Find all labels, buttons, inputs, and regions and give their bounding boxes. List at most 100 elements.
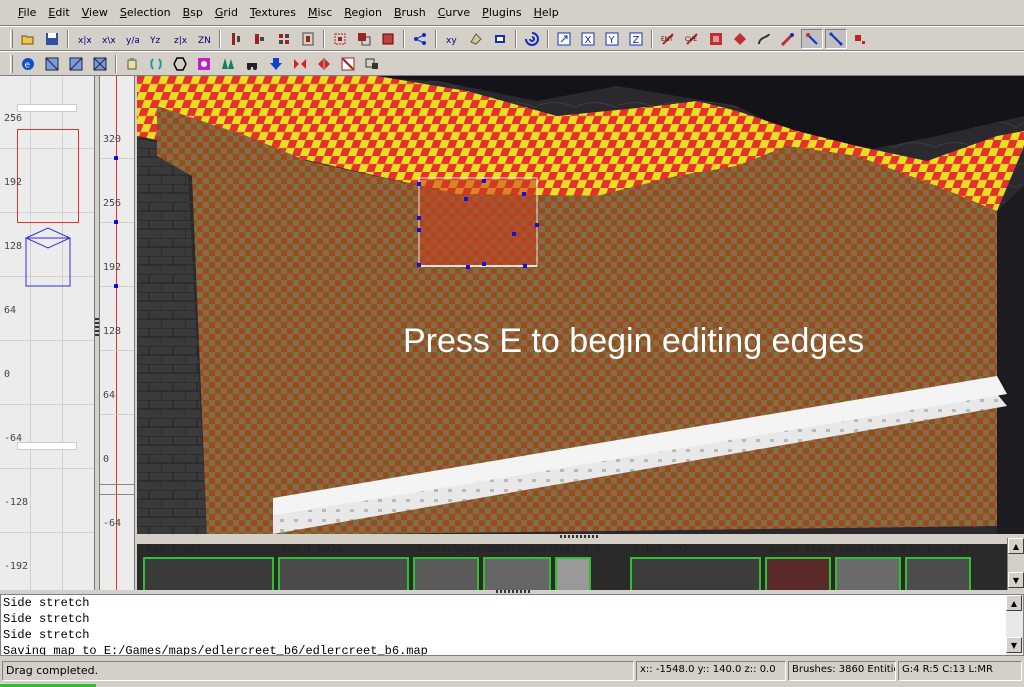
filter-icon[interactable] <box>89 54 111 74</box>
scroll-down-button[interactable]: ▼ <box>1006 637 1022 653</box>
menu-curve[interactable]: Curve <box>432 0 476 26</box>
edge-handle[interactable] <box>464 197 468 201</box>
texture-thumbnail[interactable]: pb_box_c02 <box>903 544 977 590</box>
toolbar-grip[interactable] <box>10 29 13 48</box>
menu-grid[interactable]: Grid <box>209 0 244 26</box>
camera-movement-icon[interactable] <box>521 29 543 49</box>
lock-icon[interactable]: ENT <box>657 29 679 49</box>
edge-handle[interactable] <box>417 228 421 232</box>
change-view-icon[interactable]: xy <box>441 29 463 49</box>
show-brushes-icon[interactable] <box>41 54 63 74</box>
flip-y-icon[interactable]: x\x <box>97 29 119 49</box>
xy-grid-view[interactable]: 256 192 128 64 0 -64 -128 -192 <box>0 76 95 590</box>
texture-thumbnail[interactable]: box_t_m02 <box>141 544 276 590</box>
console-log[interactable]: Side stretch Side stretch Side stretch S… <box>0 594 1024 656</box>
vertex-handle[interactable] <box>114 220 118 224</box>
show-entities-icon[interactable]: e <box>17 54 39 74</box>
drag-edges-icon[interactable] <box>777 29 799 49</box>
select-inside-icon[interactable] <box>297 29 319 49</box>
console-scrollbar[interactable]: ▲ ▼ <box>1006 595 1023 655</box>
menu-misc[interactable]: Misc <box>302 0 338 26</box>
vertex-handle[interactable] <box>114 284 118 288</box>
scrollbar-track[interactable] <box>1008 554 1024 572</box>
texture-browser-scrollbar[interactable]: ▲ ▼ <box>1007 538 1024 590</box>
cubic-clip-icon[interactable] <box>489 29 511 49</box>
csg-hollow-icon[interactable] <box>329 29 351 49</box>
select-drag-icon[interactable] <box>825 28 847 49</box>
show-triggers-icon[interactable] <box>217 54 239 74</box>
clipper-icon[interactable] <box>409 29 431 49</box>
menu-plugins[interactable]: Plugins <box>476 0 527 26</box>
edge-handle[interactable] <box>522 192 526 196</box>
scroll-up-button[interactable]: ▲ <box>1008 538 1024 554</box>
texture-thumbnail[interactable]: panel_trans <box>763 544 835 590</box>
csg-merge-icon[interactable] <box>377 29 399 49</box>
toolbar-grip[interactable] <box>10 54 13 73</box>
edge-handle[interactable] <box>482 179 486 183</box>
texture-thumbnail[interactable]: controlpanel02 <box>411 544 501 590</box>
edge-handle[interactable] <box>417 263 421 267</box>
menu-brush[interactable]: Brush <box>388 0 432 26</box>
refresh-icon[interactable] <box>121 54 143 74</box>
show-hints-icon[interactable] <box>313 54 335 74</box>
mirror-icon[interactable] <box>289 54 311 74</box>
scale-y-icon[interactable]: X <box>577 29 599 49</box>
menu-selection[interactable]: Selection <box>114 0 177 26</box>
edge-handle[interactable] <box>417 216 421 220</box>
show-clusters-icon[interactable] <box>265 54 287 74</box>
select-partial-tall-icon[interactable] <box>273 29 295 49</box>
show-detail-icon[interactable] <box>337 54 359 74</box>
scale-x-icon[interactable] <box>553 29 575 49</box>
scroll-up-button[interactable]: ▲ <box>1006 595 1022 611</box>
menu-help[interactable]: Help <box>528 0 565 26</box>
rotate-y-icon[interactable]: z|x <box>169 29 191 49</box>
texture-thumbnail[interactable]: panelside_0 <box>833 544 905 590</box>
menu-bsp[interactable]: Bsp <box>177 0 209 26</box>
flip-x-icon[interactable]: x|x <box>73 29 95 49</box>
select-complete-tall-icon[interactable] <box>225 29 247 49</box>
edge-handle[interactable] <box>417 182 421 186</box>
texture-browser[interactable]: box_t_m02 box_t_m02a controlpanel02 cont… <box>137 538 1024 590</box>
show-paths-icon[interactable] <box>241 54 263 74</box>
scrollbar-track[interactable] <box>1006 611 1023 637</box>
show-models-icon[interactable] <box>169 54 191 74</box>
view-splitter-handle[interactable] <box>496 590 532 593</box>
side-grid-view[interactable]: 320 256 192 128 64 0 -64 <box>99 76 135 590</box>
scroll-down-button[interactable]: ▼ <box>1008 572 1024 588</box>
texture-lock-icon[interactable]: CVE <box>681 29 703 49</box>
show-caulk-icon[interactable] <box>361 54 383 74</box>
brush-outline[interactable] <box>100 494 134 495</box>
scale-z-icon[interactable]: Y <box>601 29 623 49</box>
brush-outline[interactable] <box>100 484 134 485</box>
open-icon[interactable] <box>17 29 39 49</box>
edge-handle[interactable] <box>482 262 486 266</box>
edge-handle[interactable] <box>535 223 539 227</box>
csg-subtract-icon[interactable] <box>353 29 375 49</box>
save-icon[interactable] <box>41 29 63 49</box>
menu-region[interactable]: Region <box>338 0 388 26</box>
insert-icon[interactable] <box>753 29 775 49</box>
edge-handle[interactable] <box>523 264 527 268</box>
show-patches-icon[interactable] <box>65 54 87 74</box>
toggle-icon[interactable] <box>145 54 167 74</box>
menu-file[interactable]: File <box>12 0 42 26</box>
menu-textures[interactable]: Textures <box>244 0 302 26</box>
select-touching-icon[interactable] <box>249 29 271 49</box>
rotate-x-icon[interactable]: Yz <box>145 29 167 49</box>
camera-frustum-icon[interactable] <box>0 76 95 590</box>
menu-edit[interactable]: Edit <box>42 0 75 26</box>
patch-icon[interactable] <box>705 29 727 49</box>
texture-thumbnail[interactable]: box_t_m02a <box>276 544 411 590</box>
show-lights-icon[interactable] <box>193 54 215 74</box>
texture-thumbnail[interactable]: crbrs_c02 <box>628 544 763 590</box>
bend-icon[interactable] <box>729 29 751 49</box>
camera-3d-view[interactable]: Press E to begin editing edges <box>137 76 1024 534</box>
drag-vertices-icon[interactable] <box>801 28 823 49</box>
edge-handle[interactable] <box>512 232 516 236</box>
edge-handle[interactable] <box>466 265 470 269</box>
clip-mode-icon[interactable] <box>849 29 871 49</box>
flip-z-icon[interactable]: y/a <box>121 29 143 49</box>
rotate-z-icon[interactable]: ZN <box>193 29 215 49</box>
menu-view[interactable]: View <box>76 0 114 26</box>
vertex-handle[interactable] <box>114 156 118 160</box>
